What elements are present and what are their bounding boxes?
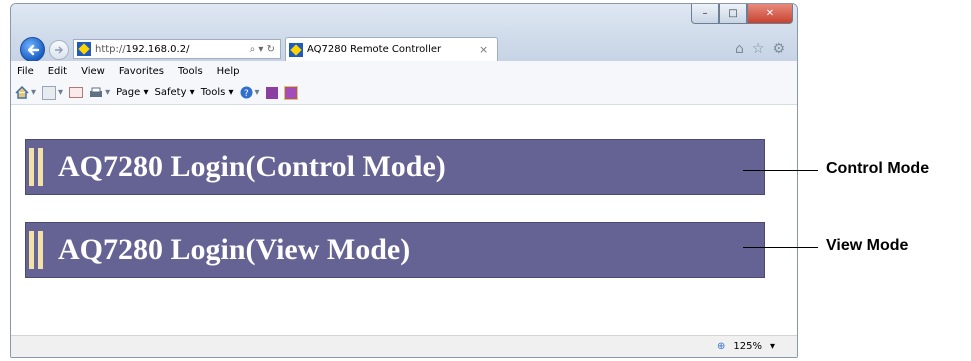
menu-bar: File Edit View Favorites Tools Help — [11, 61, 797, 81]
site-favicon-icon — [77, 42, 91, 56]
command-bar: ▾ ▾ ▾ Page ▾ Safety ▾ Tools ▾ ? ▾ — [11, 81, 797, 105]
onenote-button-1[interactable] — [265, 86, 278, 99]
banner-accent-bar — [29, 231, 34, 269]
menu-help[interactable]: Help — [217, 66, 240, 77]
control-mode-callout-line — [743, 170, 818, 171]
address-bar[interactable]: http://192.168.0.2/ ⌕ ▾ ↻ — [73, 39, 281, 59]
menu-tools[interactable]: Tools — [178, 66, 203, 77]
tab-remote-controller[interactable]: AQ7280 Remote Controller × — [285, 37, 498, 61]
address-tools[interactable]: ⌕ ▾ ↻ — [250, 44, 280, 55]
home-icon[interactable]: ⌂ — [735, 41, 744, 57]
menu-file[interactable]: File — [17, 66, 34, 77]
onenote-button-2[interactable] — [283, 85, 298, 100]
tab-close-icon[interactable]: × — [479, 43, 497, 56]
window-controls: – □ ✕ — [691, 4, 793, 24]
back-button[interactable] — [20, 37, 45, 62]
help-dropdown[interactable]: ? ▾ — [240, 86, 260, 99]
zoom-icon: ⊕ — [716, 341, 726, 352]
banner-accent-bar — [29, 148, 34, 186]
mail-icon — [69, 87, 84, 98]
control-mode-annotation: Control Mode — [826, 160, 930, 177]
minimize-button[interactable]: – — [691, 4, 719, 24]
login-view-mode-title[interactable]: AQ7280 Login(View Mode) — [58, 233, 410, 267]
forward-button[interactable] — [49, 40, 69, 60]
feeds-dropdown[interactable]: ▾ — [42, 85, 63, 100]
menu-view[interactable]: View — [81, 66, 105, 77]
view-mode-annotation: View Mode — [826, 237, 909, 254]
back-arrow-icon — [27, 44, 39, 55]
tools-menu[interactable]: Tools ▾ — [201, 87, 234, 98]
maximize-button[interactable]: □ — [719, 4, 747, 24]
printer-icon — [90, 87, 103, 97]
browser-right-icons: ⌂ ☆ ⚙ — [735, 41, 785, 57]
login-control-mode-link[interactable]: AQ7280 Login(Control Mode) — [25, 139, 765, 195]
close-button[interactable]: ✕ — [747, 4, 793, 24]
zoom-level[interactable]: 125% — [733, 341, 762, 352]
menu-favorites[interactable]: Favorites — [119, 66, 164, 77]
home-icon — [15, 86, 29, 99]
tab-title: AQ7280 Remote Controller — [307, 44, 442, 55]
tab-favicon-icon — [289, 42, 303, 57]
mail-button[interactable] — [69, 87, 84, 98]
browser-window: – □ ✕ http://192.168.0.2/ ⌕ ▾ ↻ AQ7280 R… — [10, 3, 798, 358]
onenote-icon — [265, 86, 278, 99]
login-view-mode-link[interactable]: AQ7280 Login(View Mode) — [25, 222, 765, 278]
forward-arrow-icon — [55, 46, 63, 54]
menu-edit[interactable]: Edit — [48, 66, 67, 77]
safety-menu[interactable]: Safety ▾ — [155, 87, 195, 98]
browser-chrome: – □ ✕ http://192.168.0.2/ ⌕ ▾ ↻ AQ7280 R… — [11, 4, 797, 62]
login-control-mode-title[interactable]: AQ7280 Login(Control Mode) — [58, 150, 446, 184]
banner-accent-bar — [38, 148, 43, 186]
gear-icon[interactable]: ⚙ — [772, 41, 785, 57]
zoom-dropdown-icon[interactable]: ▾ — [770, 341, 775, 352]
banner-accent-bar — [38, 231, 43, 269]
feeds-icon — [42, 85, 57, 100]
page-menu[interactable]: Page ▾ — [116, 87, 148, 98]
print-dropdown[interactable]: ▾ — [89, 87, 110, 99]
address-url[interactable]: http://192.168.0.2/ — [95, 44, 250, 55]
help-icon: ? — [240, 86, 253, 99]
svg-text:?: ? — [244, 89, 249, 99]
view-mode-callout-line — [743, 247, 818, 248]
status-bar: ⊕ 125% ▾ — [11, 335, 797, 357]
page-content: AQ7280 Login(Control Mode) AQ7280 Login(… — [11, 105, 797, 336]
onenote-linked-icon — [283, 85, 298, 100]
home-dropdown[interactable]: ▾ — [15, 86, 36, 99]
star-icon[interactable]: ☆ — [752, 41, 765, 57]
